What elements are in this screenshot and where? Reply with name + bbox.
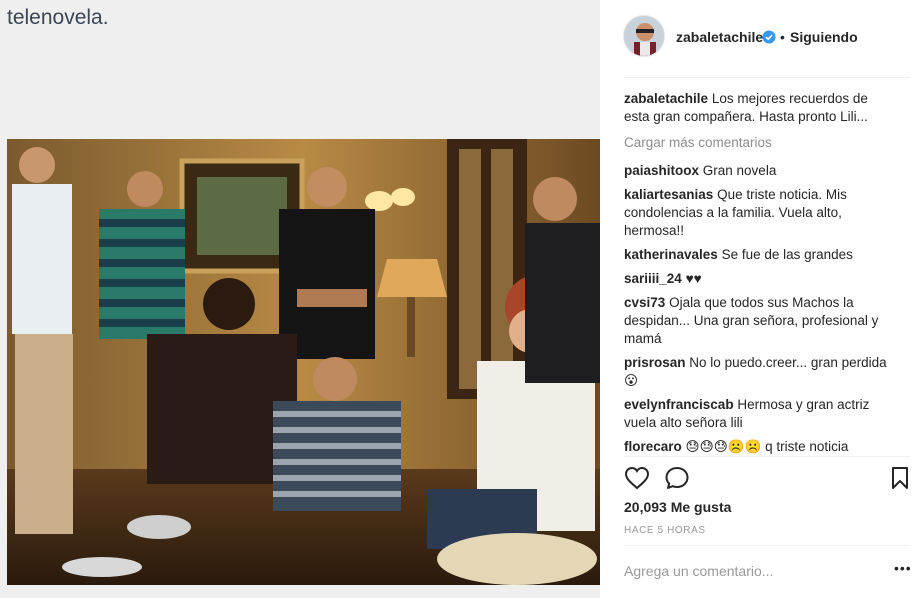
photo-illustration (7, 139, 600, 585)
instagram-post-view: telenovela. zabaletachile • Siguiendo za… (0, 0, 920, 598)
comment: cvsi73 Ojala que todos sus Machos la des… (624, 294, 894, 348)
comment: florecaro 😓😓😓☹️☹️ q triste noticia (624, 438, 894, 456)
comment: prisrosan No lo puedo.creer... gran perd… (624, 354, 894, 390)
comment: kaliartesanias Que triste noticia. Mis c… (624, 186, 894, 240)
divider (624, 77, 910, 78)
post-header: zabaletachile • Siguiendo (600, 0, 920, 78)
header-username[interactable]: zabaletachile (676, 29, 763, 45)
comment-username[interactable]: evelynfranciscab (624, 397, 734, 412)
likes-count[interactable]: 20,093 Me gusta (624, 499, 731, 515)
comment-username[interactable]: kaliartesanias (624, 187, 713, 202)
load-more-comments-button[interactable]: Cargar más comentarios (624, 134, 894, 152)
verified-badge-icon (762, 30, 776, 44)
following-button[interactable]: Siguiendo (790, 29, 858, 45)
avatar-image (624, 16, 664, 56)
comment-username[interactable]: cvsi73 (624, 295, 665, 310)
post-timestamp: HACE 5 HORAS (624, 525, 706, 536)
more-options-icon[interactable]: ••• (894, 560, 912, 576)
comment-username[interactable]: paiashitoox (624, 163, 699, 178)
comment-text: Gran novela (702, 163, 777, 178)
comment-username[interactable]: sariiii_24 (624, 271, 682, 286)
post-photo[interactable] (7, 139, 600, 585)
heart-icon[interactable] (624, 466, 650, 490)
post-media: telenovela. (0, 0, 600, 598)
comment-text: Se fue de las grandes (721, 247, 853, 262)
comments-list: zabaletachile Los mejores recuerdos de e… (624, 90, 894, 462)
comment-username[interactable]: florecaro (624, 439, 682, 454)
add-comment-input[interactable]: Agrega un comentario... (624, 563, 773, 579)
comment: sariiii_24 ♥♥ (624, 270, 894, 288)
bookmark-icon[interactable] (890, 466, 910, 490)
divider (624, 545, 910, 546)
comment: paiashitoox Gran novela (624, 162, 894, 180)
image-caption-text: telenovela. (7, 6, 109, 29)
action-bar (624, 466, 910, 492)
comment: evelynfranciscab Hermosa y gran actriz v… (624, 396, 894, 432)
comment-username[interactable]: zabaletachile (624, 91, 708, 106)
comment-username[interactable]: katherinavales (624, 247, 718, 262)
post-side-panel: zabaletachile • Siguiendo zabaletachile … (600, 0, 920, 598)
comment-text: ♥♥ (685, 271, 702, 286)
avatar[interactable] (623, 15, 665, 57)
comment-text: 😓😓😓☹️☹️ q triste noticia (685, 439, 849, 454)
caption-comment: zabaletachile Los mejores recuerdos de e… (624, 90, 894, 126)
header-separator: • (780, 29, 785, 45)
comment-username[interactable]: prisrosan (624, 355, 686, 370)
comment-icon[interactable] (664, 466, 690, 490)
divider (624, 456, 910, 457)
comment: katherinavales Se fue de las grandes (624, 246, 894, 264)
